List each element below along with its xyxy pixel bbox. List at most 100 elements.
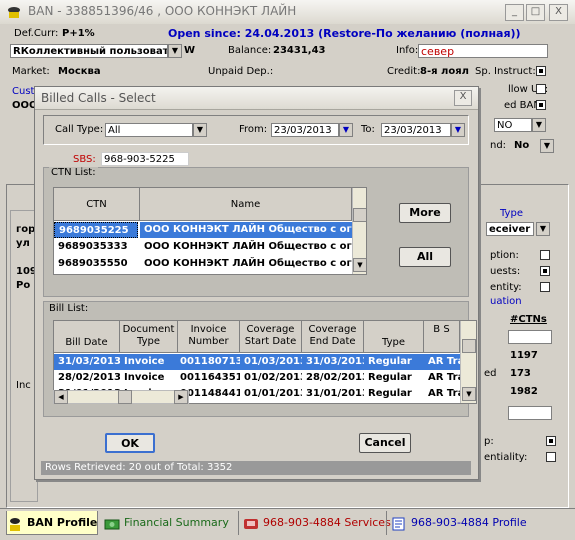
def-curr-value: P+1%	[62, 28, 95, 39]
name-cell: ООО КОННЭКТ ЛАЙН Общество с огра	[144, 258, 352, 269]
document-icon	[391, 516, 407, 531]
name-cell: ООО КОННЭКТ ЛАЙН Общество с огра	[140, 222, 352, 238]
window-titlebar: BAN - 338851396/46 , ООО КОННЭКТ ЛАЙН _ …	[0, 0, 575, 25]
bill-row[interactable]: 28/02/2013 Invoice 0011643516 01/02/2013…	[54, 370, 460, 386]
call-type-label: Call Type:	[55, 124, 104, 135]
ctn-column-header[interactable]: CTN	[54, 188, 140, 221]
end-date-cell: 31/01/2013	[306, 388, 364, 399]
sp-instruct-label: Sp. Instruct:	[475, 66, 536, 77]
user-icon	[7, 516, 23, 531]
scroll-down-arrow-icon[interactable]: ▼	[462, 387, 476, 401]
from-label: From:	[239, 124, 268, 135]
b-cell: AR Tra	[428, 388, 460, 399]
ctn-count: 1982	[510, 386, 538, 397]
document-type-column-header[interactable]: Document Type	[120, 321, 178, 353]
maximize-button[interactable]: □	[526, 4, 545, 21]
option-checkbox[interactable]	[540, 250, 550, 260]
phone-icon	[243, 516, 259, 530]
account-type-field[interactable]: RКоллективный пользовате	[10, 44, 168, 58]
call-type-field[interactable]: All	[105, 123, 193, 137]
ctn-row[interactable]: 9689035333 ООО КОННЭКТ ЛАЙН Общество с о…	[54, 239, 352, 255]
more-button[interactable]: More	[399, 203, 451, 223]
scroll-down-arrow-icon[interactable]: ▼	[353, 258, 366, 272]
name-column-header[interactable]: Name	[140, 188, 352, 221]
type-column-header[interactable]: Type	[364, 321, 424, 353]
from-date-dropdown[interactable]: ▼	[339, 123, 353, 137]
tab-label: Financial Summary	[124, 516, 229, 529]
to-date-dropdown[interactable]: ▼	[451, 123, 465, 137]
identity-checkbox[interactable]	[540, 282, 550, 292]
all-button[interactable]: All	[399, 247, 451, 267]
ctn-cell: 9689035333	[58, 241, 128, 252]
receiver-field[interactable]: eceiver	[486, 222, 534, 236]
market-value: Москва	[58, 66, 101, 77]
scroll-thumb[interactable]	[118, 390, 132, 404]
sp-instruct-checkbox[interactable]	[536, 66, 546, 76]
bill-row[interactable]: 31/03/2013 Invoice 0011807137 01/03/2013…	[54, 354, 460, 370]
close-button[interactable]: X	[549, 4, 568, 21]
bill-date-cell: 28/02/2013	[58, 372, 120, 383]
b-column-header[interactable]: B S	[424, 321, 460, 353]
scroll-thumb[interactable]	[462, 339, 476, 353]
tab-services[interactable]: 968-903-4884 Services	[238, 511, 391, 535]
tab-ctn-profile[interactable]: 968-903-4884 Profile	[386, 511, 527, 535]
end-date-cell: 31/03/2013	[306, 356, 364, 367]
bill-date-cell: 31/03/2013	[58, 356, 120, 367]
nd-dropdown[interactable]: ▼	[540, 139, 554, 153]
scroll-left-arrow-icon[interactable]: ◀	[54, 390, 68, 404]
doc-type-cell: Invoice	[124, 356, 165, 367]
ctn-row[interactable]: 9689035225 ООО КОННЭКТ ЛАЙН Общество с о…	[54, 222, 352, 238]
market-label: Market:	[12, 66, 50, 77]
scroll-right-arrow-icon[interactable]: ▶	[174, 390, 188, 404]
bill-vertical-scrollbar[interactable]: ▼	[460, 321, 476, 403]
open-since: Open since: 24.04.2013 (Restore-По желан…	[168, 27, 521, 40]
bill-date-column-header[interactable]: Bill Date	[54, 321, 120, 353]
from-date-field[interactable]: 23/03/2013	[271, 123, 339, 137]
coverage-end-column-header[interactable]: Coverage End Date	[302, 321, 364, 353]
option-label: ption:	[490, 250, 519, 261]
minimize-button[interactable]: _	[505, 4, 524, 21]
ed-label: ed	[484, 368, 497, 379]
tab-financial-summary[interactable]: Financial Summary	[104, 511, 232, 535]
tab-ban-profile[interactable]: BAN Profile	[6, 511, 98, 535]
info-field[interactable]: север	[418, 44, 548, 58]
entiality-checkbox[interactable]	[546, 452, 556, 462]
balance-value: 23431,43	[273, 45, 326, 56]
window-title: BAN - 338851396/46 , ООО КОННЭКТ ЛАЙН	[28, 4, 297, 18]
doc-type-cell: Invoice	[124, 372, 165, 383]
bottom-checkbox[interactable]	[546, 436, 556, 446]
ok-button[interactable]: OK	[105, 433, 155, 453]
coverage-start-column-header[interactable]: Coverage Start Date	[240, 321, 302, 353]
sbs-field[interactable]: 968-903-5225	[101, 152, 189, 166]
ctn-list-label: CTN List:	[49, 167, 98, 178]
invoice-cell: 0011643516	[180, 372, 240, 383]
dialog-close-button[interactable]: X	[454, 90, 472, 106]
credit-label: Credit:	[387, 66, 421, 77]
scroll-thumb[interactable]	[353, 208, 366, 222]
ctns-header: #CTNs	[510, 314, 547, 325]
bill-horizontal-scrollbar[interactable]: ◀ ▶	[53, 390, 189, 404]
end-date-cell: 28/02/2013	[306, 372, 364, 383]
bg-left-item: гор	[16, 224, 36, 235]
requests-checkbox[interactable]	[540, 266, 550, 276]
follow-up-checkbox[interactable]	[536, 84, 546, 94]
billed-ban-checkbox[interactable]	[536, 100, 546, 110]
sbs-label: SBS:	[73, 154, 96, 165]
ctn-count: 1197	[510, 350, 538, 361]
no-dropdown[interactable]: ▼	[532, 118, 546, 132]
start-date-cell: 01/02/2013	[244, 372, 302, 383]
credit-value: 8-я лоял	[420, 66, 469, 77]
account-type-dropdown[interactable]: ▼	[168, 44, 182, 58]
b-cell: AR Tra	[428, 356, 460, 367]
call-type-dropdown[interactable]: ▼	[193, 123, 207, 137]
invoice-cell: 0011807137	[180, 356, 240, 367]
to-date-field[interactable]: 23/03/2013	[381, 123, 451, 137]
nd-value: No	[514, 140, 530, 151]
receiver-dropdown[interactable]: ▼	[536, 222, 550, 236]
no-field[interactable]: NO	[494, 118, 532, 132]
ctn-vertical-scrollbar[interactable]: ▼	[352, 188, 366, 274]
cancel-button[interactable]: Cancel	[359, 433, 411, 453]
invoice-number-column-header[interactable]: Invoice Number	[178, 321, 240, 353]
ctn-row[interactable]: 9689035550 ООО КОННЭКТ ЛАЙН Общество с о…	[54, 256, 352, 272]
bg-left-item: Inc	[16, 380, 31, 391]
